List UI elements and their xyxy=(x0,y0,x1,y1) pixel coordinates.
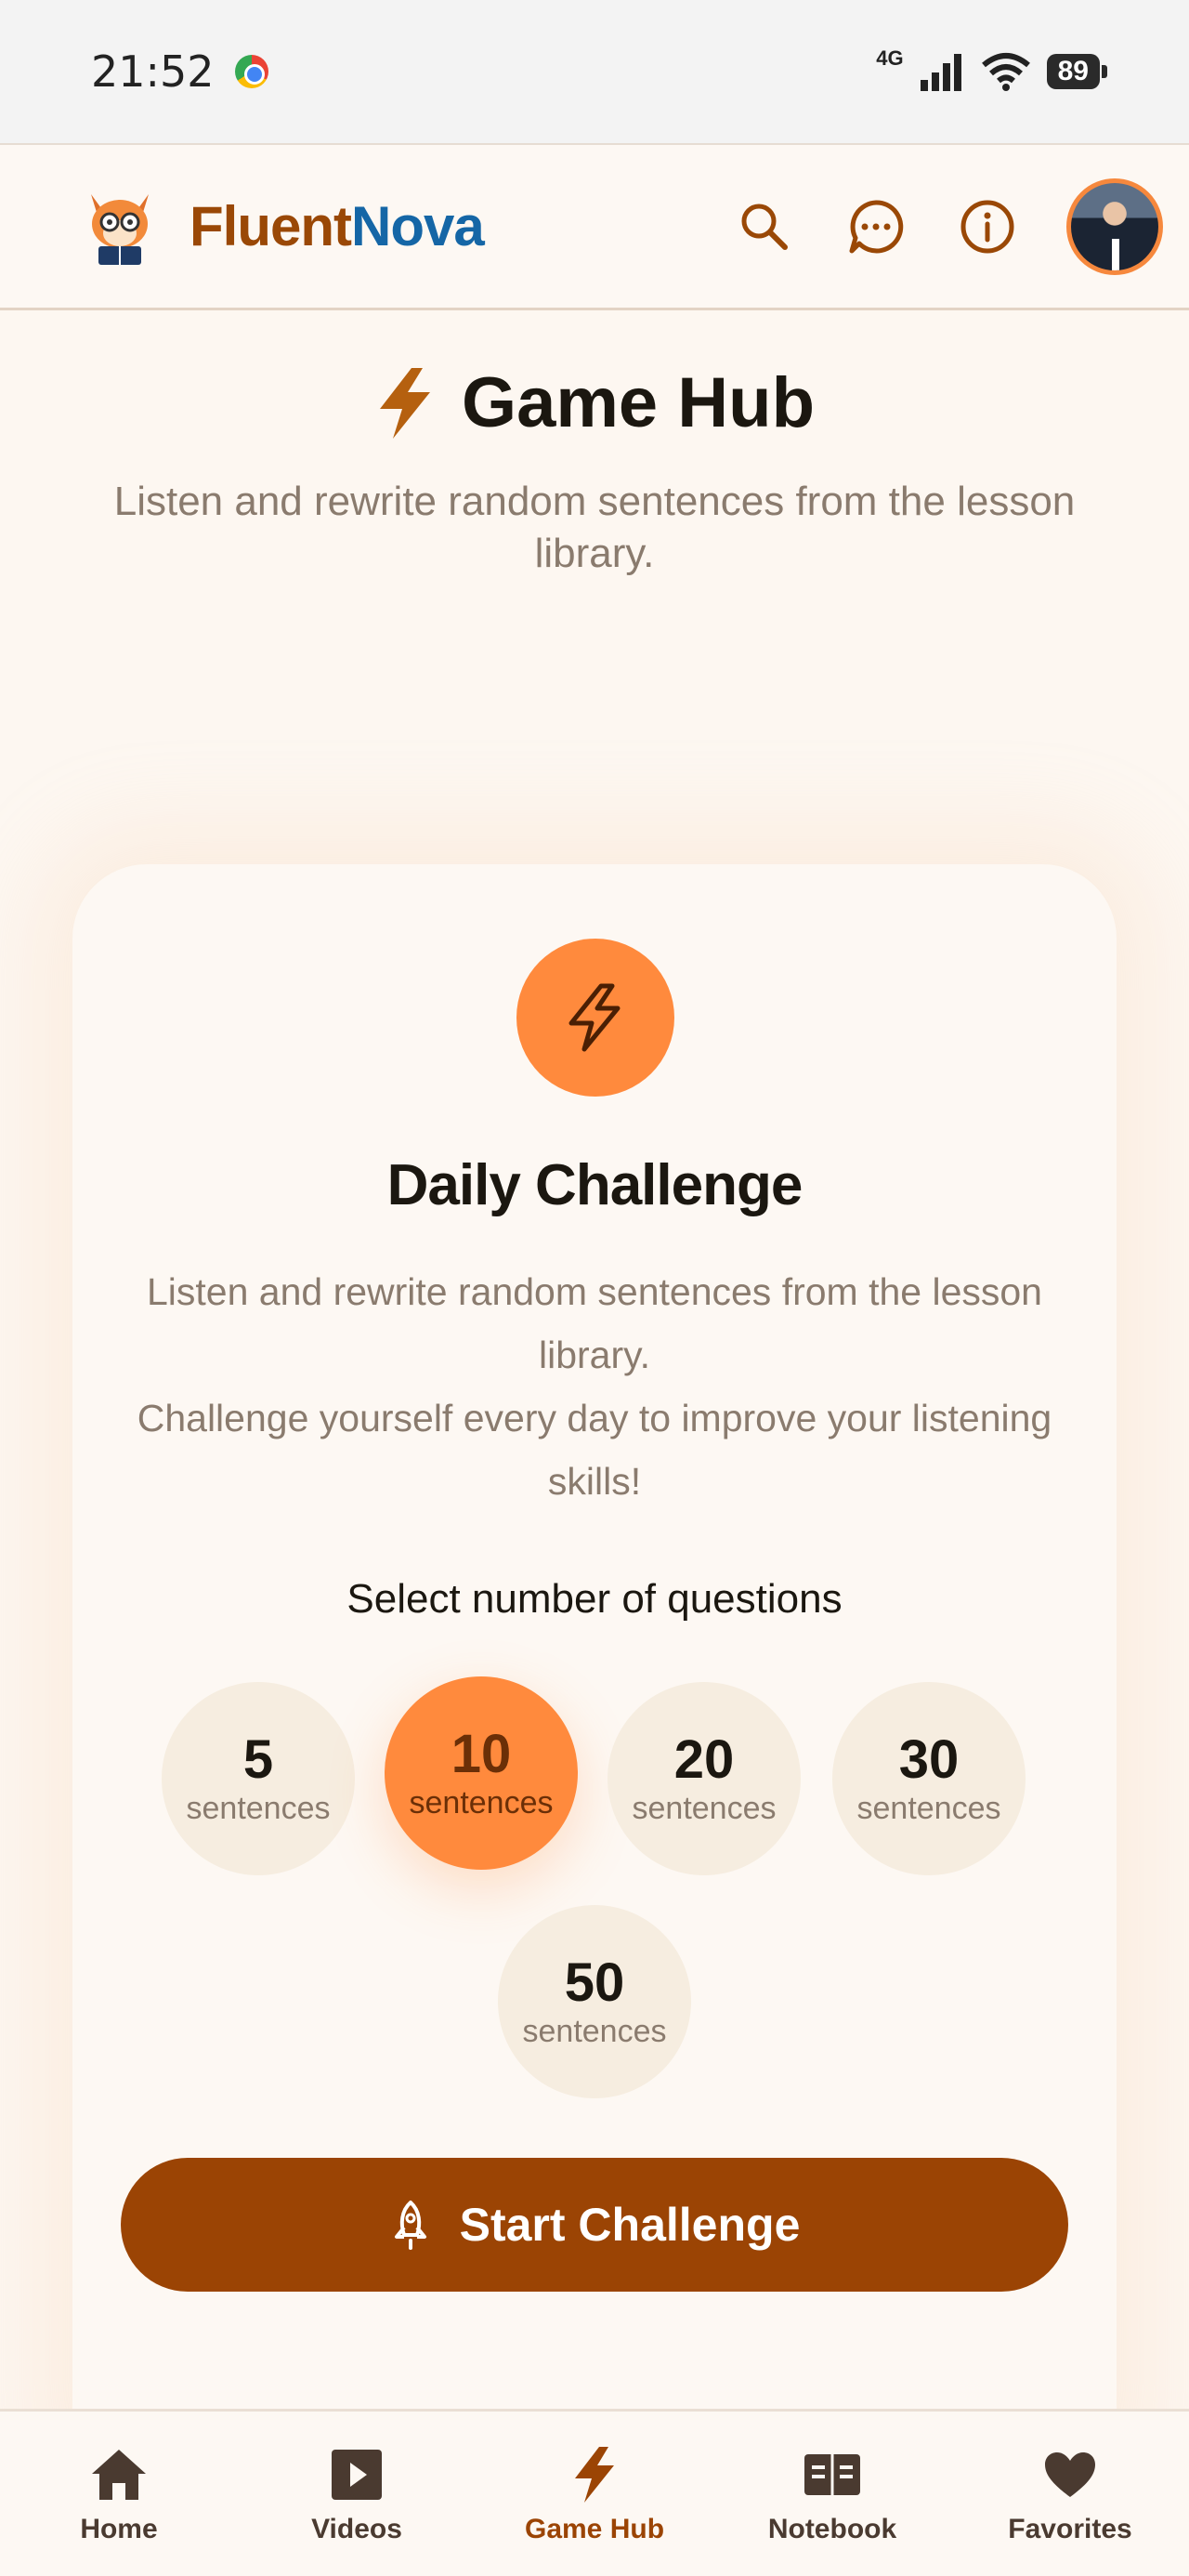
option-unit: sentences xyxy=(632,1791,777,1826)
nav-item-notebook[interactable]: Notebook xyxy=(713,2412,951,2576)
info-button[interactable] xyxy=(955,194,1020,259)
nav-label: Game Hub xyxy=(524,2514,665,2544)
nav-item-videos[interactable]: Videos xyxy=(238,2412,476,2576)
page-title: Game Hub xyxy=(461,363,816,442)
card-description-line-2: Challenge yourself every day to improve … xyxy=(137,1397,1052,1503)
option-value: 20 xyxy=(673,1729,735,1790)
card-description-line-1: Listen and rewrite random sentences from… xyxy=(146,1270,1042,1376)
option-value: 5 xyxy=(242,1729,274,1790)
nav-label: Notebook xyxy=(767,2514,897,2544)
user-avatar[interactable] xyxy=(1066,177,1163,275)
option-unit: sentences xyxy=(186,1791,331,1826)
page-subtitle: Listen and rewrite random sentences from… xyxy=(113,479,1076,576)
chrome-icon xyxy=(234,55,268,88)
option-10-sentences[interactable]: 10 sentences xyxy=(385,1676,578,1870)
brand-name[interactable]: FluentNova xyxy=(189,194,485,258)
brand-part-nova: Nova xyxy=(350,195,485,257)
search-icon xyxy=(741,204,788,250)
nav-item-home[interactable]: Home xyxy=(0,2412,238,2576)
chat-icon xyxy=(849,199,904,253)
card-description: Listen and rewrite random sentences from… xyxy=(128,1260,1061,1513)
option-value: 30 xyxy=(898,1729,960,1790)
status-time: 21:52 xyxy=(91,46,215,97)
home-icon xyxy=(92,2450,146,2500)
header-actions xyxy=(732,177,1163,275)
option-50-sentences[interactable]: 50 sentences xyxy=(498,1905,691,2098)
signal-icon xyxy=(920,54,961,91)
nav-item-favorites[interactable]: Favorites xyxy=(951,2412,1189,2576)
start-challenge-button[interactable]: Start Challenge xyxy=(121,2158,1068,2292)
option-unit: sentences xyxy=(522,2014,667,2049)
status-bar: 21:52 4G 89 xyxy=(0,0,1189,143)
option-5-sentences[interactable]: 5 sentences xyxy=(162,1682,355,1875)
video-icon xyxy=(332,2450,382,2500)
search-button[interactable] xyxy=(732,194,797,259)
select-questions-label: Select number of questions xyxy=(346,1576,843,1622)
lightning-icon xyxy=(379,367,430,439)
fox-logo-icon[interactable] xyxy=(85,187,154,267)
nav-label: Favorites xyxy=(1008,2514,1132,2544)
option-value: 10 xyxy=(451,1724,512,1784)
notebook-icon xyxy=(804,2454,860,2495)
wifi-icon xyxy=(981,53,1030,91)
challenge-badge xyxy=(516,939,674,1097)
option-unit: sentences xyxy=(409,1785,554,1820)
lightning-outline-icon xyxy=(568,983,621,1052)
page-title-row: Game Hub xyxy=(0,362,1189,443)
option-value: 50 xyxy=(564,1952,625,2013)
option-unit: sentences xyxy=(856,1791,1001,1826)
daily-challenge-card: Daily Challenge Listen and rewrite rando… xyxy=(72,864,1117,2444)
heart-icon xyxy=(1045,2452,1095,2497)
nav-label: Home xyxy=(80,2514,158,2544)
nav-label: Videos xyxy=(311,2514,402,2544)
start-challenge-label: Start Challenge xyxy=(459,2199,801,2251)
bottom-nav: Home Videos Game Hub Notebook Favorites xyxy=(0,2409,1189,2576)
info-icon xyxy=(960,200,1014,253)
lightning-icon xyxy=(575,2447,614,2503)
option-20-sentences[interactable]: 20 sentences xyxy=(608,1682,801,1875)
status-left: 21:52 xyxy=(91,46,268,97)
app-header: FluentNova xyxy=(0,143,1189,310)
nav-item-game-hub[interactable]: Game Hub xyxy=(476,2412,713,2576)
option-30-sentences[interactable]: 30 sentences xyxy=(832,1682,1026,1875)
battery-indicator: 89 xyxy=(1046,54,1108,89)
chat-button[interactable] xyxy=(843,194,908,259)
status-right: 4G 89 xyxy=(876,46,1108,91)
network-type: 4G xyxy=(876,46,904,70)
brand-part-fluent: Fluent xyxy=(189,195,352,257)
rocket-icon xyxy=(394,2201,426,2250)
card-title: Daily Challenge xyxy=(386,1153,804,1217)
